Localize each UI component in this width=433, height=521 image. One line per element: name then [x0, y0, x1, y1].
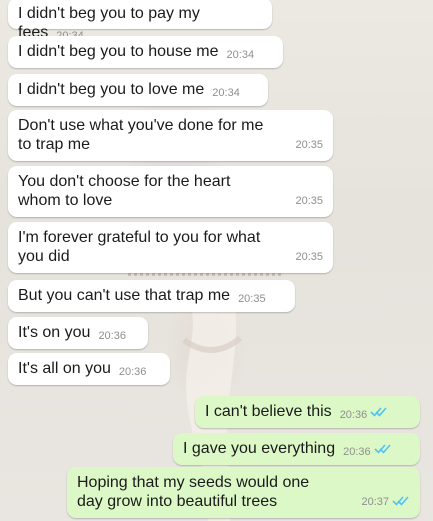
message-bubble-outgoing[interactable]: I gave you everything 20:36: [173, 433, 420, 465]
message-text: Don't use what you've done for me to tra…: [18, 117, 264, 153]
message-text: I didn't beg you to house me: [18, 43, 219, 60]
message-timestamp: 20:36: [339, 409, 368, 421]
double-check-icon: [370, 407, 387, 417]
message-bubble-incoming[interactable]: I'm forever grateful to you for what you…: [8, 222, 333, 273]
message-timestamp: 20:36: [98, 330, 126, 342]
message-bubble-incoming[interactable]: Don't use what you've done for me to tra…: [8, 110, 333, 161]
message-text: You don't choose for the heart whom to l…: [18, 173, 231, 209]
message-text: I didn't beg you to love me: [18, 81, 205, 98]
message-bubble-outgoing[interactable]: Hoping that my seeds would one day grow …: [67, 467, 420, 518]
message-timestamp: 20:34: [226, 49, 255, 61]
message-bubble-incoming[interactable]: I didn't beg you to love me 20:34: [8, 74, 268, 106]
message-bubble-incoming[interactable]: I didn't beg you to house me 20:34: [8, 36, 283, 68]
message-bubble-incoming[interactable]: But you can't use that trap me 20:35: [8, 280, 295, 312]
message-timestamp: 20:36: [343, 446, 371, 458]
message-bubble-incoming[interactable]: You don't choose for the heart whom to l…: [8, 166, 333, 217]
message-text: I can't believe this: [205, 403, 332, 420]
message-bubble-outgoing[interactable]: I can't believe this 20:36: [195, 396, 420, 428]
message-text: It's all on you: [18, 360, 111, 377]
message-bubble-incoming[interactable]: It's on you 20:36: [8, 317, 148, 349]
message-timestamp: 20:37: [361, 493, 410, 512]
double-check-icon: [374, 444, 391, 454]
message-text: Hoping that my seeds would one day grow …: [77, 474, 310, 510]
message-timestamp-text: 20:37: [361, 496, 389, 508]
message-timestamp: 20:34: [212, 87, 240, 99]
message-timestamp: 20:35: [295, 195, 323, 207]
message-text: I'm forever grateful to you for what you…: [18, 229, 261, 265]
message-text: It's on you: [18, 324, 91, 341]
message-text: But you can't use that trap me: [18, 287, 231, 304]
double-check-icon: [392, 496, 409, 506]
message-text: I gave you everything: [183, 440, 336, 457]
message-timestamp: 20:36: [118, 366, 147, 378]
message-timestamp: 20:35: [238, 293, 266, 305]
message-timestamp: 20:35: [295, 139, 323, 151]
message-bubble-incoming[interactable]: It's all on you 20:36: [8, 353, 170, 385]
message-timestamp: 20:35: [295, 251, 323, 263]
message-bubble-incoming[interactable]: I didn't beg you to pay my fees20:34: [8, 0, 272, 42]
